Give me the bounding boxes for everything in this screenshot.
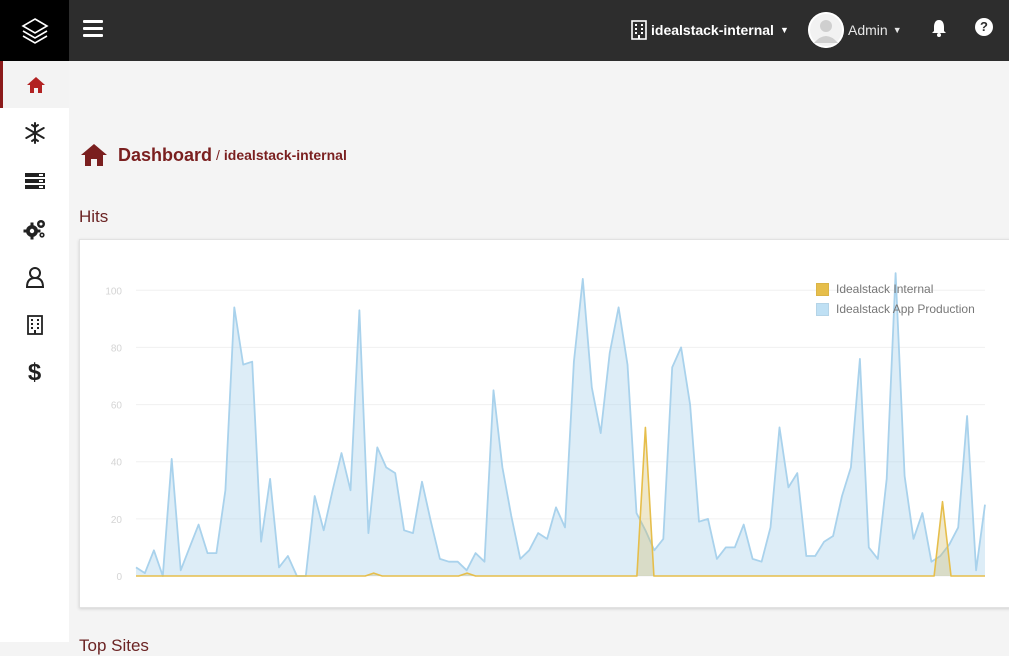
user-avatar-icon — [808, 12, 844, 48]
avatar — [808, 12, 844, 48]
chevron-down-icon: ▼ — [892, 25, 902, 35]
sidebar-item-billing[interactable]: $ — [0, 349, 69, 396]
page-title: Dashboard — [118, 144, 213, 165]
legend-item-production[interactable]: Idealstack App Production — [816, 299, 975, 319]
y-tick-label: 80 — [111, 343, 123, 354]
user-menu[interactable]: Admin ▼ — [808, 12, 902, 48]
hits-section-title: Hits — [79, 207, 109, 226]
organization-selector[interactable]: idealstack-internal ▼ — [631, 17, 789, 43]
notifications-bell-icon[interactable] — [930, 18, 948, 43]
server-stack-icon — [24, 172, 45, 189]
breadcrumb-separator: / — [216, 147, 220, 163]
sidebar: $ — [0, 61, 69, 642]
home-icon — [27, 76, 45, 93]
brand-logo[interactable] — [0, 0, 69, 61]
legend-swatch-internal — [816, 282, 829, 296]
legend-swatch-production — [816, 302, 829, 316]
menu-toggle-icon[interactable] — [83, 20, 103, 38]
breadcrumb: Dashboard / idealstack-internal — [80, 143, 347, 167]
building-icon — [26, 314, 43, 335]
user-icon — [25, 266, 44, 288]
breadcrumb-organization: idealstack-internal — [223, 147, 347, 163]
y-tick-label: 0 — [116, 572, 122, 583]
hits-chart-panel: 0 20 40 60 80 100 Idealstack Internal Idealst… — [79, 239, 1009, 608]
chart-legend: Idealstack Internal Idealstack App Produ… — [816, 279, 975, 319]
y-tick-label: 20 — [111, 515, 123, 526]
legend-item-internal[interactable]: Idealstack Internal — [816, 279, 975, 299]
sidebar-item-snowflake[interactable] — [0, 109, 69, 156]
chevron-down-icon: ▼ — [779, 25, 789, 35]
sidebar-item-settings[interactable] — [0, 205, 69, 252]
sidebar-item-organizations[interactable] — [0, 301, 69, 348]
next-section-title: Top Sites — [79, 636, 149, 655]
organization-selector-label: idealstack-internal — [651, 22, 774, 38]
legend-label-production: Idealstack App Production — [836, 302, 975, 316]
sidebar-item-dashboard[interactable] — [0, 61, 69, 108]
home-icon — [81, 144, 107, 166]
legend-label-internal: Idealstack Internal — [836, 282, 934, 296]
sidebar-item-users[interactable] — [0, 253, 69, 300]
sidebar-item-servers[interactable] — [0, 157, 69, 204]
dollar-icon: $ — [27, 358, 42, 386]
building-icon — [631, 20, 647, 40]
y-tick-label: 60 — [111, 401, 123, 412]
help-icon[interactable]: ? — [975, 18, 993, 36]
y-tick-label: 100 — [105, 286, 122, 297]
cogs-icon — [23, 219, 45, 239]
y-tick-label: 40 — [111, 458, 123, 469]
user-menu-label: Admin — [848, 22, 888, 38]
snowflake-icon — [24, 121, 45, 144]
top-navbar: idealstack-internal ▼ Admin ▼ ? — [0, 0, 1009, 61]
layers-logo-icon — [20, 17, 49, 44]
